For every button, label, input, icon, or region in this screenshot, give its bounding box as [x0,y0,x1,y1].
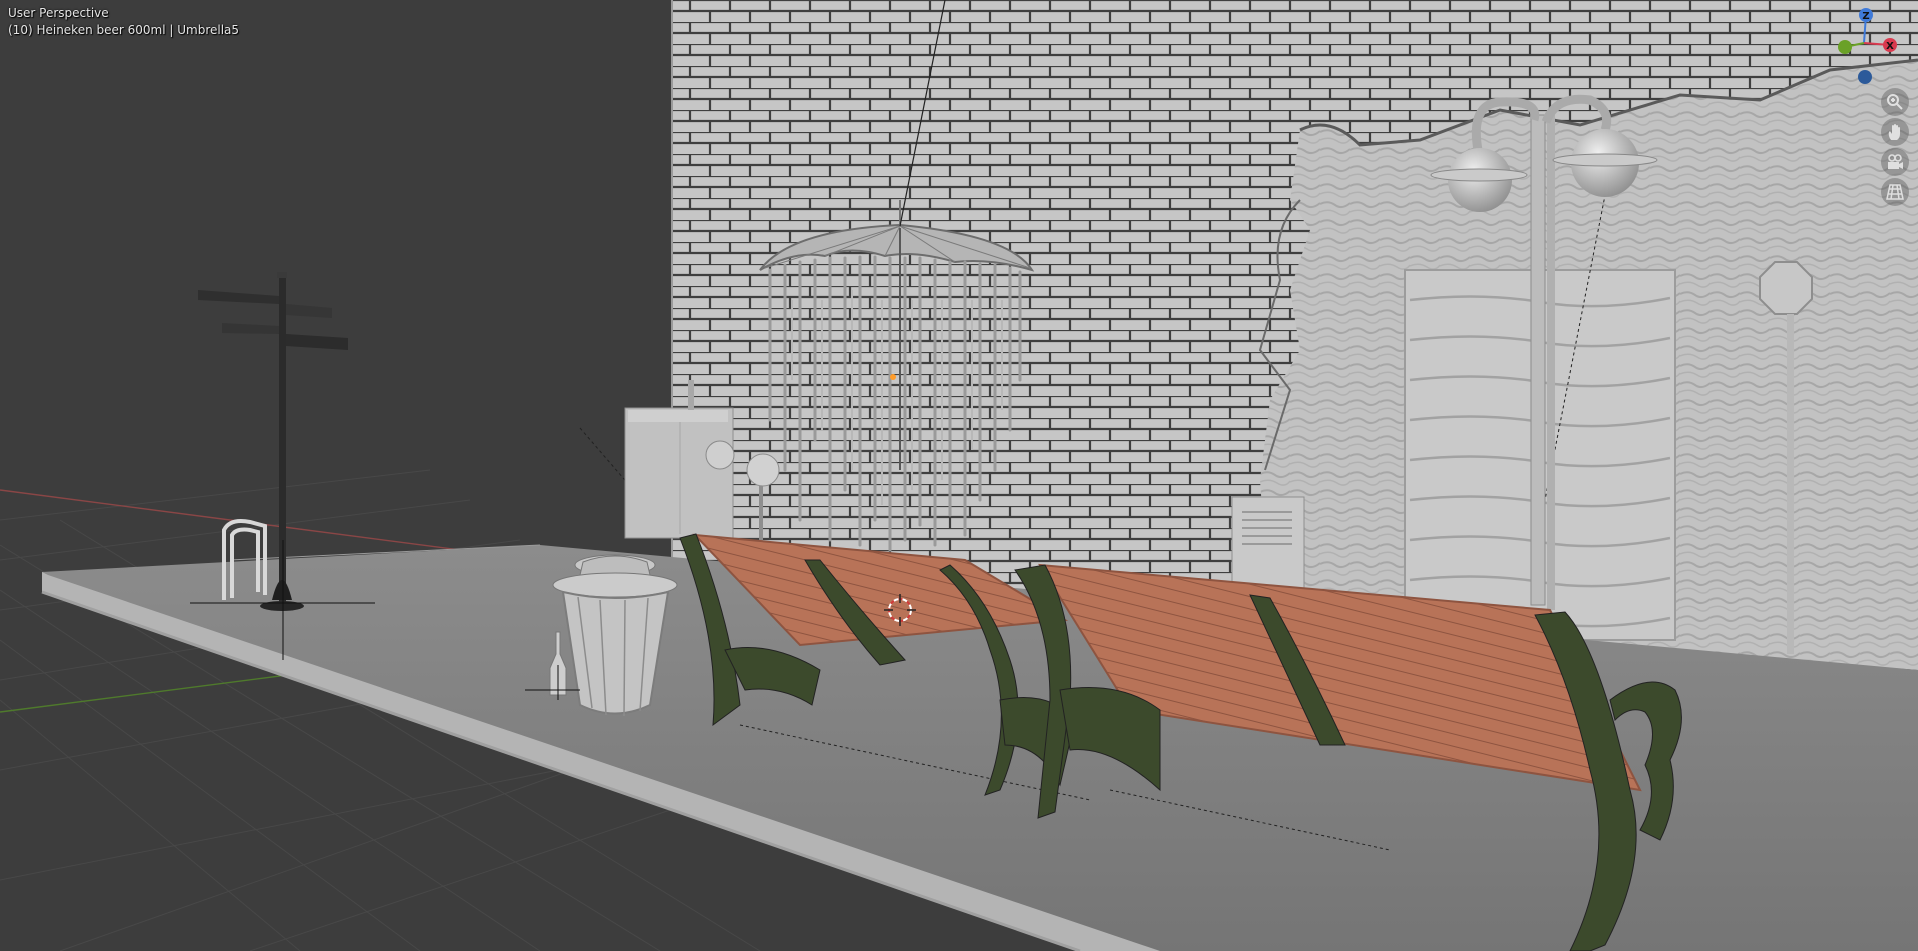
active-object-info: (10) Heineken beer 600ml | Umbrella5 [8,23,240,37]
viewport-scene[interactable] [0,0,1918,951]
gizmo-z-handle[interactable]: Z [1859,8,1873,22]
camera-view-button[interactable] [1881,148,1909,176]
grid-icon [1886,184,1904,200]
gizmo-y-handle[interactable] [1838,40,1852,54]
gizmo-z-label: Z [1862,11,1869,22]
gizmo-neg-z-handle[interactable] [1858,70,1872,84]
camera-icon [1888,154,1903,169]
view-name-label: User Perspective [8,6,109,20]
pan-button[interactable] [1881,118,1909,146]
gizmo-x-label: X [1886,41,1894,52]
zoom-button[interactable] [1881,88,1909,116]
perspective-toggle-button[interactable] [1881,178,1909,206]
zoom-icon [1887,94,1903,110]
gizmo-x-handle[interactable]: X [1883,38,1897,52]
3d-viewport[interactable]: User Perspective (10) Heineken beer 600m… [0,0,1918,951]
newspaper-box[interactable] [1231,496,1305,590]
navigation-gizmo[interactable]: Z X [1825,5,1901,87]
hand-icon [1888,124,1900,140]
